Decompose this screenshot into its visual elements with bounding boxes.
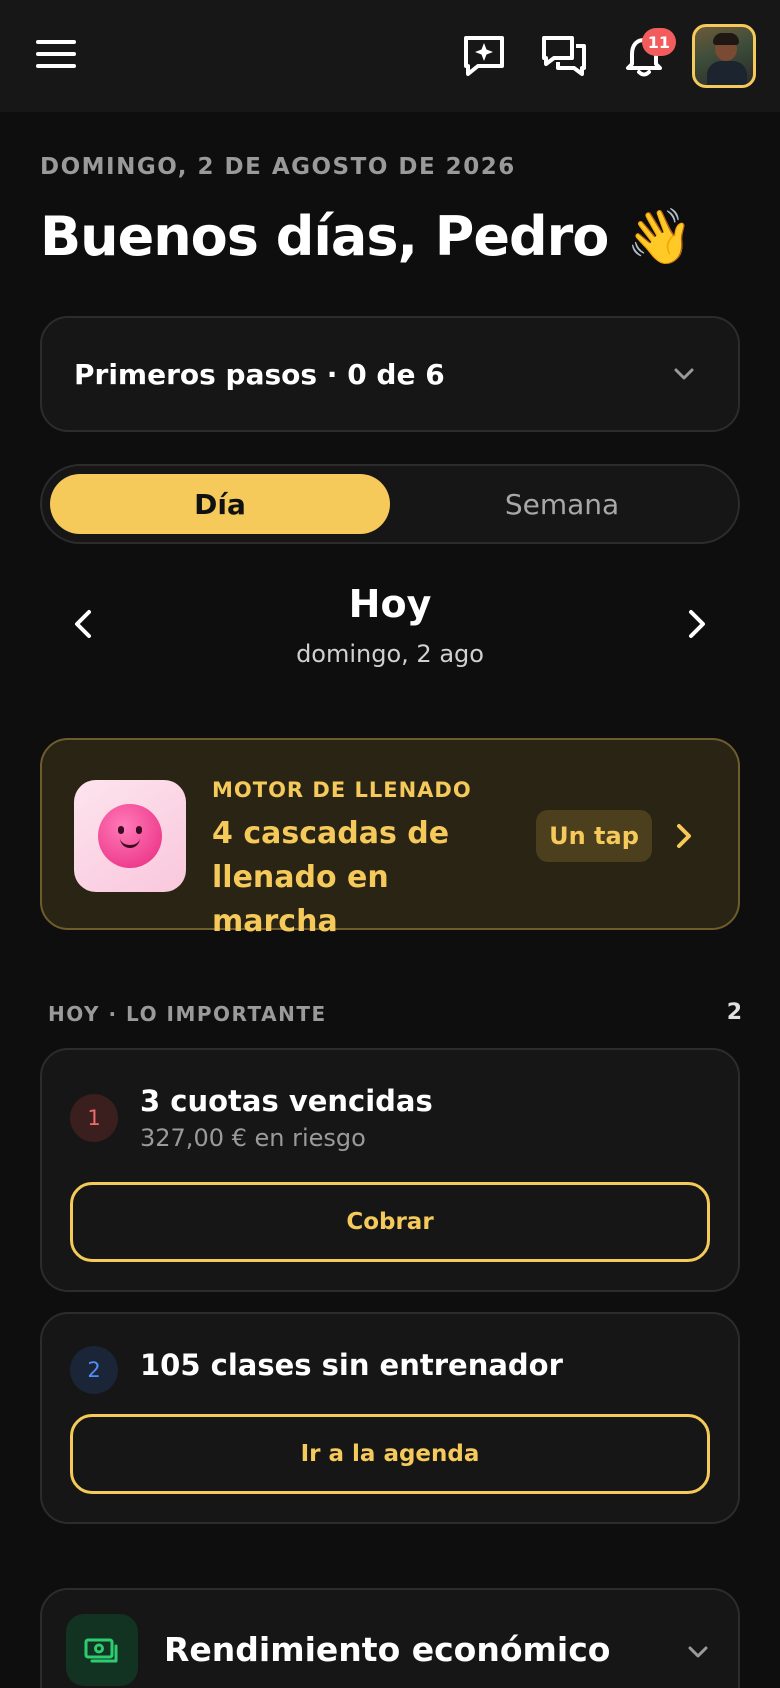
segment-day[interactable]: Día — [50, 474, 390, 534]
greeting-title: Buenos días, Pedro 👋 — [40, 205, 693, 268]
first-steps-label: Primeros pasos · 0 de 6 — [74, 358, 445, 391]
segment-week[interactable]: Semana — [392, 474, 732, 534]
one-tap-button[interactable]: Un tap — [536, 810, 652, 862]
day-title: Hoy — [348, 582, 432, 626]
economic-performance-title: Rendimiento económico — [164, 1630, 611, 1669]
collect-button[interactable]: Cobrar — [70, 1182, 710, 1262]
task-title: 3 cuotas vencidas — [140, 1084, 433, 1118]
economic-performance-accordion[interactable]: Rendimiento económico — [40, 1588, 740, 1688]
chevron-down-icon — [670, 360, 698, 388]
notification-count-badge: 11 — [641, 28, 676, 56]
money-icon — [66, 1614, 138, 1686]
go-to-agenda-button[interactable]: Ir a la agenda — [70, 1414, 710, 1494]
task-number-badge: 1 — [70, 1094, 118, 1142]
task-card: 1 3 cuotas vencidas 327,00 € en riesgo C… — [40, 1048, 740, 1292]
chevron-down-icon — [684, 1638, 712, 1666]
task-title: 105 clases sin entrenador — [140, 1348, 563, 1382]
chat-bubbles-icon[interactable] — [540, 32, 588, 80]
next-day-button[interactable] — [676, 604, 716, 644]
fill-engine-card[interactable]: MOTOR DE LLENADO 4 cascadas de llenado e… — [40, 738, 740, 939]
fill-engine-kicker: MOTOR DE LLENADO — [212, 778, 472, 802]
fill-engine-title: 4 cascadas de llenado en marcha — [212, 816, 450, 939]
fill-engine-mascot-icon — [74, 780, 186, 892]
important-section-count: 2 — [726, 1000, 742, 1025]
task-subtitle: 327,00 € en riesgo — [140, 1124, 366, 1152]
hamburger-menu-icon[interactable] — [36, 40, 76, 72]
day-subtitle: domingo, 2 ago — [296, 640, 484, 668]
chevron-right-icon — [668, 820, 700, 852]
period-segmented-control: Día Semana — [40, 464, 740, 544]
top-bar: 11 — [0, 0, 780, 112]
bell-icon[interactable]: 11 — [620, 28, 676, 80]
important-section-heading: HOY · LO IMPORTANTE — [48, 1002, 327, 1026]
task-card: 2 105 clases sin entrenador Ir a la agen… — [40, 1312, 740, 1524]
task-number-badge: 2 — [70, 1346, 118, 1394]
avatar[interactable] — [692, 24, 756, 88]
ai-sparkle-chat-icon[interactable] — [460, 32, 508, 80]
date-line: DOMINGO, 2 DE AGOSTO DE 2026 — [40, 154, 516, 180]
first-steps-accordion[interactable]: Primeros pasos · 0 de 6 — [40, 316, 740, 432]
